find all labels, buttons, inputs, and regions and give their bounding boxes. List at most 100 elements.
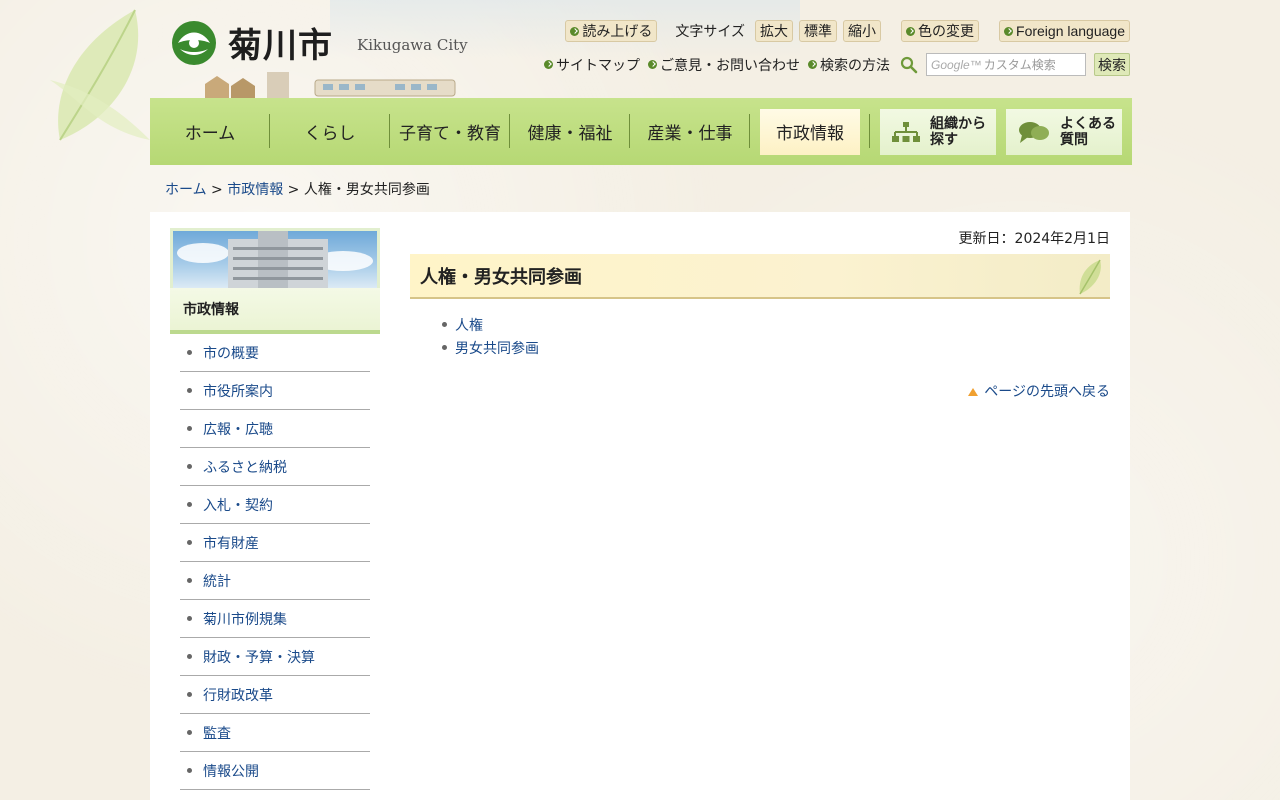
- logo-subtitle: Kikugawa City: [357, 35, 468, 54]
- bullet-icon: [442, 322, 447, 327]
- nav-health-welfare[interactable]: 健康・福祉: [510, 98, 630, 165]
- font-shrink-button[interactable]: 縮小: [843, 20, 882, 42]
- font-size-label: 文字サイズ: [675, 24, 746, 40]
- search-icon: [900, 56, 918, 73]
- sidebar-item: 行財政改革: [180, 676, 370, 714]
- bullet-icon: [187, 540, 192, 545]
- arrow-bullet-icon: [906, 26, 916, 36]
- bullet-icon: [187, 578, 192, 583]
- sitemap-link[interactable]: サイトマップ: [544, 55, 640, 75]
- sidebar-title: 市政情報: [170, 288, 380, 334]
- sidebar-item: 財政・予算・決算: [180, 638, 370, 676]
- sidebar-link-finance-budget[interactable]: 財政・予算・決算: [203, 647, 315, 667]
- search-howto-link[interactable]: 検索の方法: [808, 55, 890, 75]
- page-top-container: ページの先頭へ戻る: [410, 381, 1110, 401]
- arrow-bullet-icon: [808, 60, 817, 69]
- sidebar-link-furusato-tax[interactable]: ふるさと納税: [203, 457, 287, 477]
- page-title: 人権・男女共同参画: [410, 254, 1110, 299]
- bullet-icon: [442, 345, 447, 350]
- city-hall-image: [177, 231, 373, 288]
- nav-childcare-education[interactable]: 子育て・教育: [390, 98, 510, 165]
- nav-city-administration[interactable]: 市政情報: [750, 98, 870, 165]
- updated-date: 更新日：2024年2月1日: [958, 231, 1110, 247]
- list-item: 人権: [442, 313, 1110, 336]
- city-emblem-icon: [172, 20, 216, 65]
- bullet-icon: [187, 502, 192, 507]
- city-hall-photo: [170, 228, 380, 288]
- sidebar-link-public-relations[interactable]: 広報・広聴: [203, 419, 273, 439]
- sidebar-link-city-property[interactable]: 市有財産: [203, 533, 259, 553]
- foreign-language-button[interactable]: Foreign language: [999, 20, 1130, 42]
- content-link-list: 人権 男女共同参画: [410, 313, 1110, 359]
- town-illustration-icon: [205, 72, 456, 98]
- arrow-bullet-icon: [570, 26, 580, 36]
- breadcrumb: ホーム > 市政情報 > 人権・男女共同参画: [165, 182, 430, 198]
- arrow-bullet-icon: [648, 60, 657, 69]
- arrow-bullet-icon: [544, 60, 553, 69]
- bullet-icon: [187, 654, 192, 659]
- org-chart-icon: [892, 121, 920, 142]
- nav-search-by-organization[interactable]: 組織から 探す: [880, 108, 996, 155]
- nav-home[interactable]: ホーム: [150, 98, 270, 165]
- sidebar-link-admin-reform[interactable]: 行財政改革: [203, 685, 273, 705]
- sidebar-item: 菊川市例規集: [180, 600, 370, 638]
- sidebar-link-city-hall-guide[interactable]: 市役所案内: [203, 381, 273, 401]
- global-navigation: ホーム くらし 子育て・教育 健康・福祉 産業・仕事 市政情報 組織から 探す …: [150, 98, 1132, 165]
- sidebar-item: 市有財産: [180, 524, 370, 562]
- site-logo[interactable]: 菊川市 Kikugawa City: [168, 18, 468, 67]
- header-links: サイトマップ ご意見・お問い合わせ 検索の方法 Google™ カスタム検索 検…: [544, 53, 1130, 76]
- human-rights-link[interactable]: 人権: [455, 315, 483, 335]
- sidebar: 市政情報 市の概要 市役所案内 広報・広聴 ふるさと納税 入札・契約 市有財産 …: [170, 228, 380, 790]
- bullet-icon: [187, 616, 192, 621]
- google-mark: Google™: [931, 57, 982, 72]
- sidebar-link-ordinances[interactable]: 菊川市例規集: [203, 609, 287, 629]
- color-change-button[interactable]: 色の変更: [901, 20, 980, 42]
- search-button[interactable]: 検索: [1094, 53, 1130, 76]
- sidebar-item: 監査: [180, 714, 370, 752]
- bullet-icon: [187, 730, 192, 735]
- nav-industry-work[interactable]: 産業・仕事: [630, 98, 750, 165]
- utility-toolbar: 読み上げる 文字サイズ 拡大 標準 縮小 色の変更 Foreign langua…: [565, 20, 1130, 42]
- font-enlarge-button[interactable]: 拡大: [755, 20, 794, 42]
- sidebar-link-audit[interactable]: 監査: [203, 723, 231, 743]
- sidebar-item: ふるさと納税: [180, 448, 370, 486]
- bullet-icon: [187, 350, 192, 355]
- sidebar-item: 入札・契約: [180, 486, 370, 524]
- font-standard-button[interactable]: 標準: [799, 20, 838, 42]
- gender-equality-link[interactable]: 男女共同参画: [455, 338, 539, 358]
- sidebar-link-overview[interactable]: 市の概要: [203, 343, 259, 363]
- breadcrumb-current: 人権・男女共同参画: [303, 182, 430, 198]
- leaf-icon: [1079, 259, 1101, 295]
- sidebar-item: 統計: [180, 562, 370, 600]
- arrow-bullet-icon: [1004, 26, 1014, 36]
- leaf-decoration-icon: [50, 9, 150, 141]
- main-content: 更新日：2024年2月1日 人権・男女共同参画 人権 男女共同参画 ページの先頭…: [410, 228, 1110, 401]
- up-triangle-icon: [968, 388, 979, 396]
- sidebar-link-bids-contracts[interactable]: 入札・契約: [203, 495, 273, 515]
- sidebar-item: 情報公開: [180, 752, 370, 790]
- sidebar-item: 市の概要: [180, 334, 370, 372]
- nav-faq[interactable]: よくある 質問: [1006, 108, 1122, 155]
- bullet-icon: [187, 464, 192, 469]
- read-aloud-button[interactable]: 読み上げる: [565, 20, 658, 42]
- sidebar-link-statistics[interactable]: 統計: [203, 571, 231, 591]
- bullet-icon: [187, 768, 192, 773]
- search-input[interactable]: Google™ カスタム検索: [926, 53, 1086, 76]
- bullet-icon: [187, 388, 192, 393]
- breadcrumb-section-link[interactable]: 市政情報: [227, 182, 283, 198]
- sidebar-item: 市役所案内: [180, 372, 370, 410]
- logo-text: 菊川市: [228, 26, 333, 66]
- breadcrumb-home-link[interactable]: ホーム: [165, 182, 207, 198]
- page-top-link[interactable]: ページの先頭へ戻る: [984, 384, 1110, 400]
- site-header: 菊川市 Kikugawa City 読み上げる 文字サイズ 拡大 標準 縮小 色…: [150, 0, 1130, 98]
- list-item: 男女共同参画: [442, 336, 1110, 359]
- nav-living[interactable]: くらし: [270, 98, 390, 165]
- bullet-icon: [187, 692, 192, 697]
- nav-faq-label: よくある 質問: [1060, 115, 1116, 148]
- feedback-link[interactable]: ご意見・お問い合わせ: [648, 55, 800, 75]
- search-placeholder: カスタム検索: [983, 58, 1056, 72]
- nav-organization-label: 組織から 探す: [930, 115, 986, 148]
- sidebar-menu: 市の概要 市役所案内 広報・広聴 ふるさと納税 入札・契約 市有財産 統計 菊川…: [170, 334, 380, 790]
- sidebar-link-information-disclosure[interactable]: 情報公開: [203, 761, 259, 781]
- content-area: 市政情報 市の概要 市役所案内 広報・広聴 ふるさと納税 入札・契約 市有財産 …: [150, 212, 1130, 800]
